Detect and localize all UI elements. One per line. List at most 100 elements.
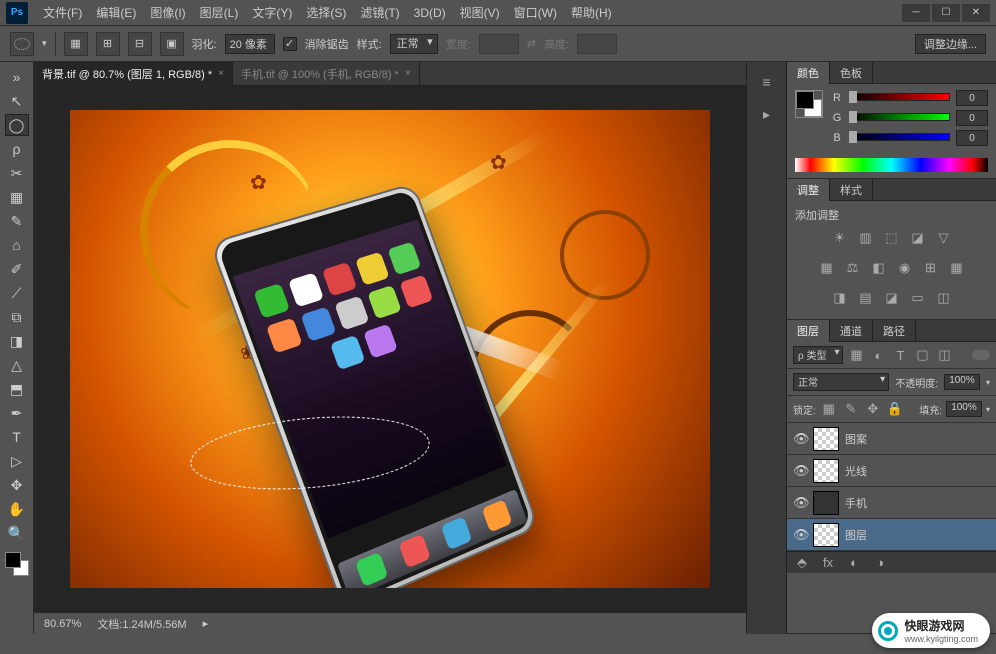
antialias-checkbox[interactable]: ✓ [283,37,297,51]
style-select[interactable]: 正常 [390,34,438,54]
channel-mixer-icon[interactable]: ⊞ [922,259,940,277]
menu-view[interactable]: 视图(V) [453,4,507,21]
refine-edge-button[interactable]: 调整边缘... [915,34,986,54]
layer-fx-icon[interactable]: fx [819,554,837,572]
g-slider[interactable] [849,113,950,123]
pen-tool[interactable]: ✒ [5,402,29,424]
gradient-tool[interactable]: △ [5,354,29,376]
doc-tab-0[interactable]: 背景.tif @ 80.7% (图层 1, RGB/8) * × [34,62,233,86]
opacity-input[interactable]: 100% [944,374,980,390]
levels-icon[interactable]: ▥ [857,229,875,247]
menu-3d[interactable]: 3D(D) [407,6,453,20]
menu-help[interactable]: 帮助(H) [564,4,619,21]
chevron-down-icon[interactable]: ▾ [986,378,990,387]
hue-icon[interactable]: ▦ [818,259,836,277]
layer-row[interactable]: 👁 光线 [787,455,996,487]
move-tool[interactable]: ↖ [5,90,29,112]
magic-wand-tool[interactable]: ✂ [5,162,29,184]
blur-tool[interactable]: ⬒ [5,378,29,400]
r-slider[interactable] [849,93,950,103]
layer-name[interactable]: 手机 [845,495,867,511]
layer-row[interactable]: 👁 图层 [787,519,996,551]
vibrance-icon[interactable]: ▽ [935,229,953,247]
menu-select[interactable]: 选择(S) [299,4,353,21]
eraser-tool[interactable]: ◨ [5,330,29,352]
chevron-down-icon[interactable]: ▾ [986,405,990,414]
invert-icon[interactable]: ◨ [831,289,849,307]
balance-icon[interactable]: ⚖ [844,259,862,277]
layer-row[interactable]: 👁 手机 [787,487,996,519]
doc-tab-1[interactable]: 手机.tif @ 100% (手机, RGB/8) * × [233,62,420,86]
menu-image[interactable]: 图像(I) [143,4,192,21]
menu-file[interactable]: 文件(F) [36,4,89,21]
g-value[interactable]: 0 [956,110,988,126]
gradient-map-icon[interactable]: ▭ [909,289,927,307]
healing-tool[interactable]: ⌂ [5,234,29,256]
window-close[interactable]: ✕ [962,4,990,22]
properties-panel-icon[interactable]: ▸ [755,102,779,126]
b-value[interactable]: 0 [956,130,988,146]
layer-name[interactable]: 图案 [845,431,867,447]
lock-position-icon[interactable]: ✥ [864,400,882,418]
window-minimize[interactable]: ─ [902,4,930,22]
filter-adjust-icon[interactable]: ◐ [869,346,887,364]
type-tool[interactable]: T [5,426,29,448]
layer-name[interactable]: 图层 [845,527,867,543]
clone-tool[interactable]: ⟋ [5,282,29,304]
filter-shape-icon[interactable]: ▢ [913,346,931,364]
layer-thumb[interactable] [813,491,839,515]
expand-icon[interactable]: » [5,66,29,88]
filter-type-select[interactable]: ρ 类型 [793,346,843,364]
window-maximize[interactable]: ☐ [932,4,960,22]
color-preview[interactable] [795,90,823,118]
filter-smart-icon[interactable]: ◫ [935,346,953,364]
photo-filter-icon[interactable]: ◉ [896,259,914,277]
close-icon[interactable]: × [405,68,411,79]
lookup-icon[interactable]: ▦ [948,259,966,277]
visibility-icon[interactable]: 👁 [793,527,807,543]
layer-thumb[interactable] [813,459,839,483]
link-layers-icon[interactable]: ⬘ [793,554,811,572]
brush-tool[interactable]: ✐ [5,258,29,280]
tab-adjustments[interactable]: 调整 [787,179,830,201]
layer-name[interactable]: 光线 [845,463,867,479]
curves-icon[interactable]: ⬚ [883,229,901,247]
lock-all-icon[interactable]: 🔒 [886,400,904,418]
visibility-icon[interactable]: 👁 [793,431,807,447]
fill-input[interactable]: 100% [946,401,982,417]
menu-window[interactable]: 窗口(W) [507,4,564,21]
hand-tool[interactable]: ✋ [5,498,29,520]
canvas[interactable]: ✿ ❀ ✿ [34,86,746,612]
selection-subtract-icon[interactable]: ⊟ [128,32,152,56]
path-tool[interactable]: ▷ [5,450,29,472]
layer-thumb[interactable] [813,427,839,451]
layer-row[interactable]: 👁 图案 [787,423,996,455]
new-adjustment-icon[interactable]: ◑ [871,554,889,572]
shape-tool[interactable]: ✥ [5,474,29,496]
tab-paths[interactable]: 路径 [873,320,916,342]
bw-icon[interactable]: ◧ [870,259,888,277]
selection-add-icon[interactable]: ⊞ [96,32,120,56]
menu-type[interactable]: 文字(Y) [245,4,299,21]
tab-styles[interactable]: 样式 [830,179,873,201]
color-spectrum[interactable] [795,158,988,172]
selection-new-icon[interactable]: ▦ [64,32,88,56]
threshold-icon[interactable]: ◪ [883,289,901,307]
lock-transparency-icon[interactable]: ▦ [820,400,838,418]
r-value[interactable]: 0 [956,90,988,106]
crop-tool[interactable]: ▦ [5,186,29,208]
lock-pixels-icon[interactable]: ✎ [842,400,860,418]
tab-swatches[interactable]: 色板 [830,62,873,84]
close-icon[interactable]: × [218,68,224,79]
fg-color[interactable] [5,552,21,568]
tab-layers[interactable]: 图层 [787,320,830,342]
eyedropper-tool[interactable]: ✎ [5,210,29,232]
layer-mask-icon[interactable]: ◐ [845,554,863,572]
history-brush-tool[interactable]: ⧉ [5,306,29,328]
exposure-icon[interactable]: ◪ [909,229,927,247]
feather-input[interactable] [225,34,275,54]
filter-type-icon[interactable]: T [891,346,909,364]
visibility-icon[interactable]: 👁 [793,495,807,511]
tab-channels[interactable]: 通道 [830,320,873,342]
filter-toggle[interactable] [972,350,990,360]
